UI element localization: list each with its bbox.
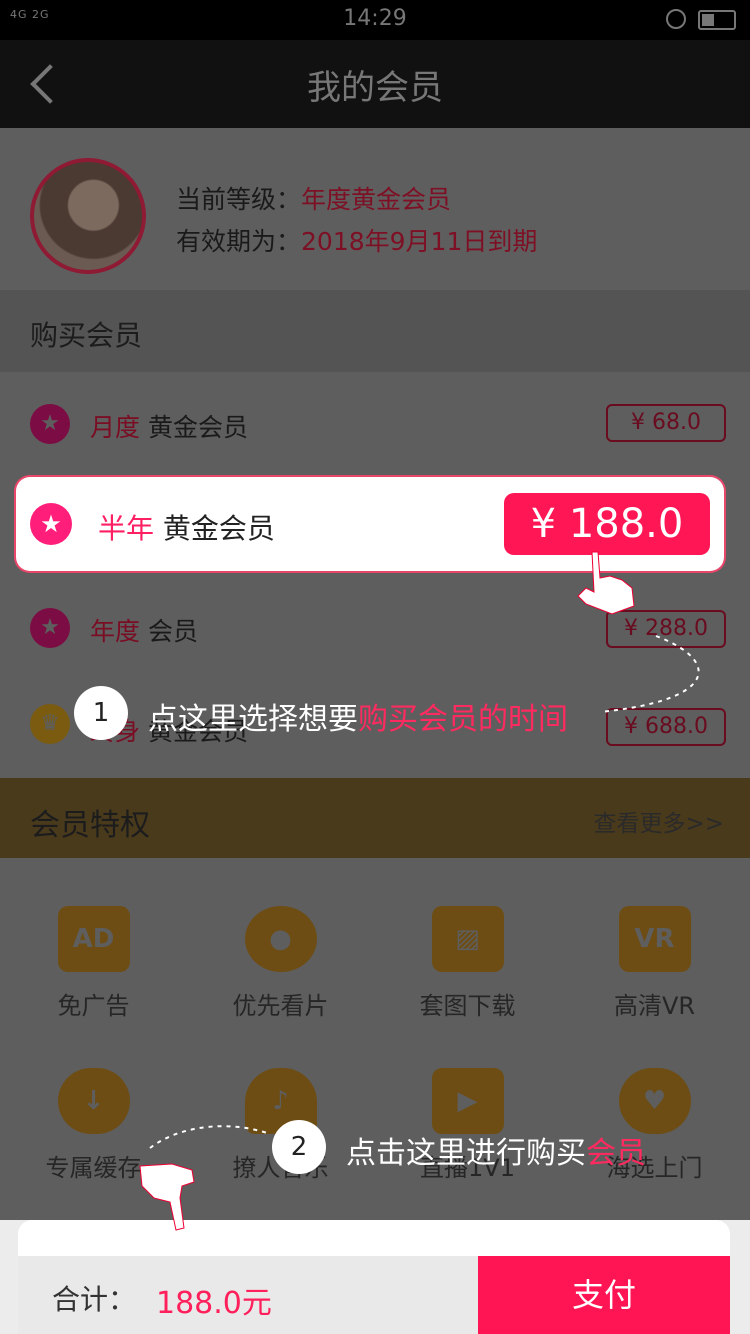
hand-pointer-icon <box>577 551 635 615</box>
step1-badge: 1 <box>74 686 128 740</box>
hand-pointer-icon <box>139 1163 195 1231</box>
step2-hint: 点击这里进行购买会员 <box>346 1136 646 1171</box>
step1-hint: 点这里选择想要购买会员的时间 <box>148 702 568 737</box>
step2-badge: 2 <box>272 1120 326 1174</box>
